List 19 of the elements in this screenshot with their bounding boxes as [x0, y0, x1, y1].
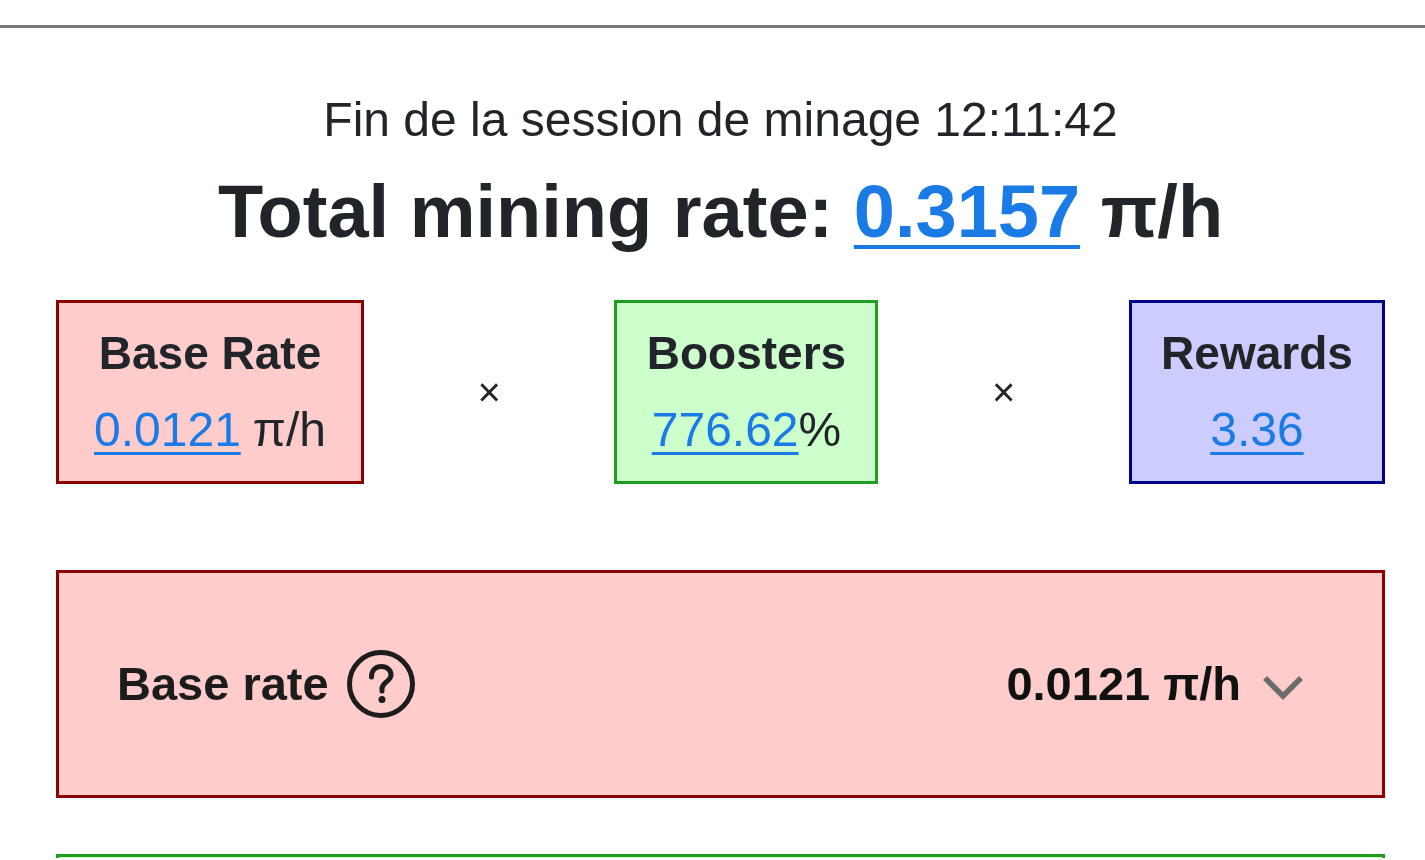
panel-value: 0.0121 π/h — [1006, 656, 1241, 712]
session-end-text: Fin de la session de minage 12:11:42 — [322, 92, 1119, 148]
factor-title: Base Rate — [98, 325, 322, 381]
panel-label: Base rate — [117, 656, 329, 712]
factor-title: Rewards — [1161, 325, 1353, 381]
total-mining-rate-title: Total mining rate: 0.3157 π/h — [216, 169, 1225, 255]
rate-link[interactable]: 0.3157 — [853, 170, 1081, 253]
rate-panel[interactable]: Base rate 0.0121 π/h — [56, 570, 1385, 798]
multiplication-sign: × — [477, 369, 501, 416]
factor-value-link[interactable]: 776.62 — [651, 399, 799, 460]
help-icon[interactable] — [346, 650, 415, 718]
unit-text: % — [798, 401, 842, 458]
chevron-icon[interactable] — [1261, 674, 1305, 700]
rate-panel[interactable] — [56, 854, 1385, 858]
multiplication-sign: × — [992, 369, 1016, 416]
unit-text: π/h — [252, 401, 326, 458]
factor-value-link[interactable]: 0.0121 — [94, 399, 241, 460]
factor-value-link[interactable]: 3.36 — [1210, 399, 1304, 460]
factor-title: Boosters — [646, 325, 847, 381]
